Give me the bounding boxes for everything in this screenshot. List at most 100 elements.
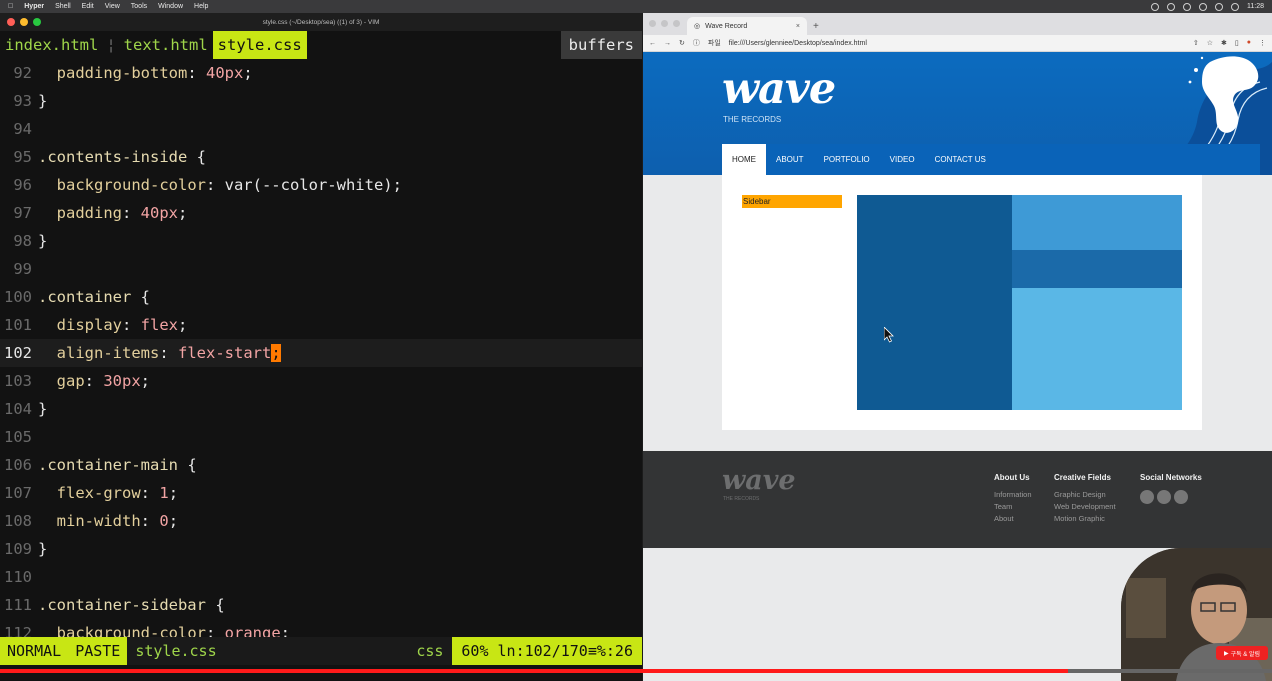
menu-app-name[interactable]: Hyper: [24, 3, 44, 10]
subscribe-badge[interactable]: ▶ 구독 & 알림: [1216, 646, 1268, 660]
code-line[interactable]: 103 gap: 30px;: [0, 367, 642, 395]
info-icon[interactable]: ⓘ: [693, 38, 700, 48]
status-icon[interactable]: [1183, 2, 1191, 11]
share-icon[interactable]: ⇧: [1193, 39, 1199, 47]
extensions-icon[interactable]: ✱: [1221, 39, 1227, 47]
wifi-icon[interactable]: [1199, 2, 1207, 11]
browser-toolbar: ← → ↻ ⓘ 파일 file:///Users/glenniee/Deskto…: [643, 35, 1272, 52]
facebook-icon[interactable]: [1157, 490, 1171, 504]
code-line[interactable]: 108 min-width: 0;: [0, 507, 642, 535]
browser-tab[interactable]: ◎ Wave Record ×: [687, 17, 807, 35]
code-line[interactable]: 102 align-items: flex-start;: [0, 339, 642, 367]
footer-link[interactable]: Web Development: [1054, 502, 1116, 511]
code-line[interactable]: 101 display: flex;: [0, 311, 642, 339]
close-window-button[interactable]: [7, 18, 15, 26]
browser-tab-title: Wave Record: [705, 22, 748, 30]
code-line[interactable]: 105: [0, 423, 642, 451]
close-window-button[interactable]: [649, 20, 656, 27]
code-text: .container-main {: [38, 456, 197, 474]
back-arrow-icon[interactable]: ←: [649, 40, 656, 47]
vim-tabline: index.html ¦ text.html style.css buffers: [0, 31, 642, 59]
battery-icon[interactable]: [1231, 2, 1239, 11]
minimize-window-button[interactable]: [20, 18, 28, 26]
line-number: 102: [4, 344, 32, 362]
footer-link[interactable]: About: [994, 514, 1032, 523]
line-number: 101: [4, 316, 32, 334]
zoom-window-button[interactable]: [673, 20, 680, 27]
new-tab-button[interactable]: +: [813, 21, 819, 32]
code-line[interactable]: 109}: [0, 535, 642, 563]
code-line[interactable]: 100 .container {: [0, 283, 642, 311]
code-line[interactable]: 98}: [0, 227, 642, 255]
nav-video[interactable]: VIDEO: [880, 144, 925, 175]
menu-shell[interactable]: Shell: [55, 3, 71, 10]
apple-icon[interactable]: : [8, 3, 13, 10]
zoom-window-button[interactable]: [33, 18, 41, 26]
vim-tab[interactable]: text.html: [119, 31, 213, 59]
browser-tabstrip: ◎ Wave Record × +: [643, 13, 1272, 35]
line-number: 110: [4, 568, 32, 586]
code-line[interactable]: 110: [0, 563, 642, 591]
code-line[interactable]: 104}: [0, 395, 642, 423]
code-line[interactable]: 107 flex-grow: 1;: [0, 479, 642, 507]
menu-help[interactable]: Help: [194, 3, 208, 10]
menu-view[interactable]: View: [105, 3, 120, 10]
sidepanel-icon[interactable]: ▯: [1235, 39, 1239, 47]
terminal-titlebar: style.css (~/Desktop/sea) ((1) of 3) - V…: [0, 13, 642, 31]
status-icon[interactable]: [1167, 2, 1175, 11]
tab-separator: ¦: [106, 36, 116, 54]
video-progress-bar[interactable]: [0, 669, 1272, 673]
code-line[interactable]: 92 padding-bottom: 40px;: [0, 59, 642, 87]
footer-logo[interactable]: wave: [722, 465, 796, 496]
vim-tab-active[interactable]: style.css: [212, 31, 307, 59]
menu-tools[interactable]: Tools: [131, 3, 147, 10]
site-logo[interactable]: wave: [722, 64, 836, 114]
address-bar[interactable]: file:///Users/glenniee/Desktop/sea/index…: [729, 40, 867, 47]
footer-col-title: Creative Fields: [1054, 473, 1111, 482]
pinterest-icon[interactable]: [1174, 490, 1188, 504]
bluetooth-icon[interactable]: [1215, 2, 1223, 11]
nav-contact[interactable]: CONTACT US: [925, 144, 996, 175]
code-text: display: flex;: [56, 316, 188, 334]
status-filetype: css: [416, 642, 444, 660]
code-line[interactable]: 94: [0, 115, 642, 143]
nav-home[interactable]: HOME: [722, 144, 766, 175]
footer-link[interactable]: Motion Graphic: [1054, 514, 1116, 523]
profile-avatar[interactable]: ●: [1247, 39, 1251, 47]
code-editor[interactable]: 92 padding-bottom: 40px; 93} 94 95 .contents…: [0, 59, 642, 647]
line-number: 95: [13, 148, 32, 166]
code-text: .container-sidebar {: [38, 596, 225, 614]
status-icon[interactable]: [1151, 2, 1159, 11]
minimize-window-button[interactable]: [661, 20, 668, 27]
forward-arrow-icon[interactable]: →: [664, 40, 671, 47]
twitter-icon[interactable]: [1140, 490, 1154, 504]
bookmark-star-icon[interactable]: ☆: [1207, 39, 1213, 47]
code-text: flex-grow: 1;: [56, 484, 179, 502]
code-text: padding: 40px;: [56, 204, 188, 222]
vim-tab[interactable]: index.html: [0, 31, 103, 59]
reload-icon[interactable]: ↻: [679, 39, 685, 47]
mode-indicator: NORMAL: [7, 642, 62, 660]
menu-edit[interactable]: Edit: [82, 3, 94, 10]
more-menu-icon[interactable]: ⋮: [1259, 39, 1266, 47]
close-icon[interactable]: ×: [796, 23, 800, 30]
code-line[interactable]: 97 padding: 40px;: [0, 199, 642, 227]
code-text: gap: 30px;: [56, 372, 151, 390]
clock[interactable]: 11:28: [1247, 3, 1264, 10]
presenter-figure: [1121, 548, 1272, 681]
nav-portfolio[interactable]: PORTFOLIO: [814, 144, 880, 175]
code-line[interactable]: 106 .container-main {: [0, 451, 642, 479]
code-line[interactable]: 99: [0, 255, 642, 283]
nav-about[interactable]: ABOUT: [766, 144, 814, 175]
footer-link[interactable]: Team: [994, 502, 1032, 511]
footer-link[interactable]: Graphic Design: [1054, 490, 1116, 499]
contents-inside: Sidebar: [722, 175, 1202, 430]
footer-logo-subtitle: THE RECORDS: [723, 496, 760, 502]
code-line[interactable]: 96 background-color: var(--color-white);: [0, 171, 642, 199]
menu-window[interactable]: Window: [158, 3, 183, 10]
code-line[interactable]: 95 .contents-inside {: [0, 143, 642, 171]
code-text: }: [38, 232, 48, 250]
code-line[interactable]: 111 .container-sidebar {: [0, 591, 642, 619]
code-line[interactable]: 93}: [0, 87, 642, 115]
footer-link[interactable]: Information: [994, 490, 1032, 499]
